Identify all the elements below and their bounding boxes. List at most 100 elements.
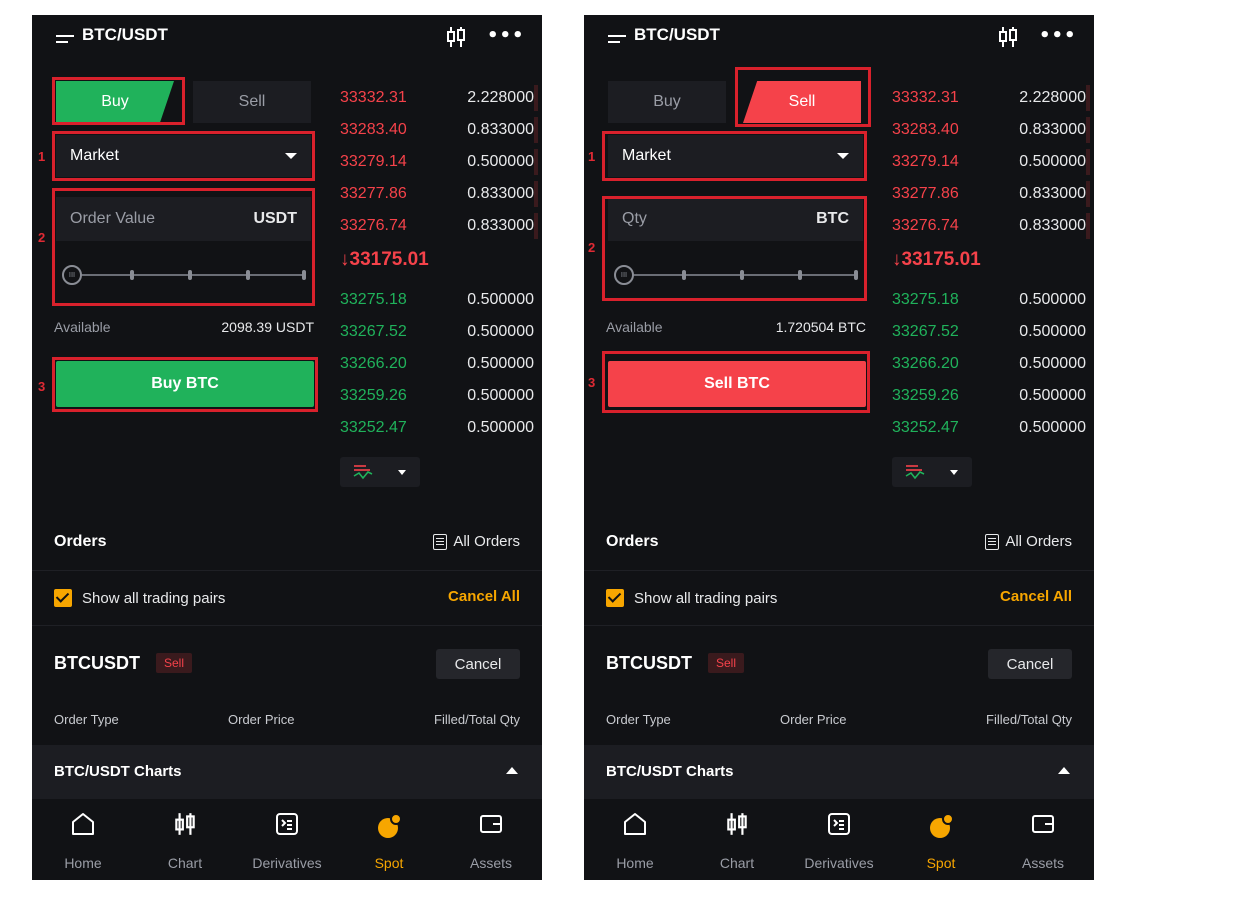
- pair-title[interactable]: BTC/USDT: [56, 25, 168, 45]
- annotation-box-side: [52, 77, 185, 125]
- charts-bar-label: BTC/USDT Charts: [606, 763, 734, 780]
- tab-spot[interactable]: Spot: [890, 799, 992, 880]
- home-icon: [624, 813, 646, 835]
- depth-view-icon: [905, 465, 925, 480]
- sell-screen: BTC/USDT ••• Buy Sell Market Qty BTC III…: [584, 15, 1094, 880]
- ask-row[interactable]: 33277.86 0.833000: [340, 179, 538, 211]
- bid-row[interactable]: 33267.52 0.500000: [340, 317, 538, 349]
- available-value: 2098.39 USDT: [221, 319, 314, 335]
- divider: [584, 625, 1094, 626]
- cancel-all-button[interactable]: Cancel All: [448, 588, 520, 605]
- more-icon[interactable]: •••: [487, 25, 525, 46]
- available-label: Available: [54, 319, 111, 335]
- derivatives-icon: [276, 813, 298, 835]
- bid-row[interactable]: 33252.47 0.500000: [340, 413, 538, 445]
- col-order-type: Order Type: [606, 712, 671, 727]
- bid-row[interactable]: 33259.26 0.500000: [892, 381, 1090, 413]
- tab-home[interactable]: Home: [32, 799, 134, 880]
- col-order-type: Order Type: [54, 712, 119, 727]
- spot-icon: [378, 813, 402, 838]
- available-value: 1.720504 BTC: [775, 319, 866, 335]
- charts-bar[interactable]: BTC/USDT Charts: [32, 745, 542, 799]
- ask-row[interactable]: 33276.74 0.833000: [892, 211, 1090, 243]
- divider: [32, 570, 542, 571]
- show-all-pairs-checkbox[interactable]: [606, 589, 624, 607]
- chevron-up-icon: [506, 767, 518, 774]
- charts-bar-label: BTC/USDT Charts: [54, 763, 182, 780]
- show-all-pairs-label[interactable]: Show all trading pairs: [82, 590, 225, 607]
- step-number-1: 1: [588, 149, 596, 164]
- annotation-box-1: [52, 131, 315, 181]
- buy-tab[interactable]: Buy: [608, 81, 726, 123]
- step-number-2: 2: [38, 230, 46, 245]
- derivatives-icon: [828, 813, 850, 835]
- annotation-box-3: [52, 357, 318, 412]
- bid-row[interactable]: 33259.26 0.500000: [340, 381, 538, 413]
- depth-view-button[interactable]: [340, 457, 420, 487]
- chevron-up-icon: [1058, 767, 1070, 774]
- step-number-3: 3: [38, 379, 46, 394]
- ask-row[interactable]: 33279.14 0.500000: [340, 147, 538, 179]
- more-icon[interactable]: •••: [1039, 25, 1077, 46]
- tab-derivatives[interactable]: Derivatives: [236, 799, 338, 880]
- depth-view-button[interactable]: [892, 457, 972, 487]
- tab-chart[interactable]: Chart: [686, 799, 788, 880]
- divider: [32, 625, 542, 626]
- bid-row[interactable]: 33267.52 0.500000: [892, 317, 1090, 349]
- show-all-pairs-checkbox[interactable]: [54, 589, 72, 607]
- cancel-order-button[interactable]: Cancel: [436, 649, 520, 679]
- sell-tab[interactable]: Sell: [193, 81, 311, 123]
- ask-row[interactable]: 33279.14 0.500000: [892, 147, 1090, 179]
- step-number-1: 1: [38, 149, 46, 164]
- annotation-box-2: [602, 196, 867, 301]
- ask-row[interactable]: 33276.74 0.833000: [340, 211, 538, 243]
- tab-home[interactable]: Home: [584, 799, 686, 880]
- candlestick-icon[interactable]: [444, 25, 468, 53]
- cancel-order-button[interactable]: Cancel: [988, 649, 1072, 679]
- tab-derivatives[interactable]: Derivatives: [788, 799, 890, 880]
- tab-assets[interactable]: Assets: [440, 799, 542, 880]
- col-order-price: Order Price: [780, 712, 847, 727]
- step-number-3: 3: [588, 375, 596, 390]
- side-badge: Sell: [156, 653, 193, 673]
- all-orders-link[interactable]: All Orders: [985, 533, 1072, 550]
- orders-title: Orders: [54, 533, 107, 550]
- bid-row[interactable]: 33266.20 0.500000: [340, 349, 538, 381]
- last-price: ↓33175.01: [340, 249, 429, 270]
- step-number-2: 2: [588, 240, 596, 255]
- order-pair: BTCUSDT: [54, 653, 140, 673]
- pair-title[interactable]: BTC/USDT: [608, 25, 720, 45]
- cancel-all-button[interactable]: Cancel All: [1000, 588, 1072, 605]
- orders-title: Orders: [606, 533, 659, 550]
- all-orders-link[interactable]: All Orders: [433, 533, 520, 550]
- bid-row[interactable]: 33275.18 0.500000: [340, 285, 538, 317]
- document-icon: [985, 533, 1000, 550]
- ask-row[interactable]: 33332.31 2.228000: [892, 83, 1090, 115]
- wallet-icon: [480, 815, 502, 833]
- candlestick-icon[interactable]: [996, 25, 1020, 53]
- bid-row[interactable]: 33275.18 0.500000: [892, 285, 1090, 317]
- side-badge: Sell: [708, 653, 745, 673]
- divider: [584, 570, 1094, 571]
- ask-row[interactable]: 33283.40 0.833000: [892, 115, 1090, 147]
- bid-row[interactable]: 33266.20 0.500000: [892, 349, 1090, 381]
- home-icon: [72, 813, 94, 835]
- tab-chart[interactable]: Chart: [134, 799, 236, 880]
- ask-row[interactable]: 33277.86 0.833000: [892, 179, 1090, 211]
- col-filled-qty: Filled/Total Qty: [434, 712, 520, 727]
- spot-icon: [930, 813, 954, 838]
- available-label: Available: [606, 319, 663, 335]
- annotation-box-side: [735, 67, 871, 127]
- document-icon: [433, 533, 448, 550]
- bid-row[interactable]: 33252.47 0.500000: [892, 413, 1090, 445]
- ask-row[interactable]: 33332.31 2.228000: [340, 83, 538, 115]
- tab-assets[interactable]: Assets: [992, 799, 1094, 880]
- charts-bar[interactable]: BTC/USDT Charts: [584, 745, 1094, 799]
- last-price: ↓33175.01: [892, 249, 981, 270]
- tab-spot[interactable]: Spot: [338, 799, 440, 880]
- bottom-nav: Home Chart Derivatives Spot Assets: [584, 799, 1094, 880]
- annotation-box-2: [52, 188, 315, 306]
- ask-row[interactable]: 33283.40 0.833000: [340, 115, 538, 147]
- show-all-pairs-label[interactable]: Show all trading pairs: [634, 590, 777, 607]
- col-filled-qty: Filled/Total Qty: [986, 712, 1072, 727]
